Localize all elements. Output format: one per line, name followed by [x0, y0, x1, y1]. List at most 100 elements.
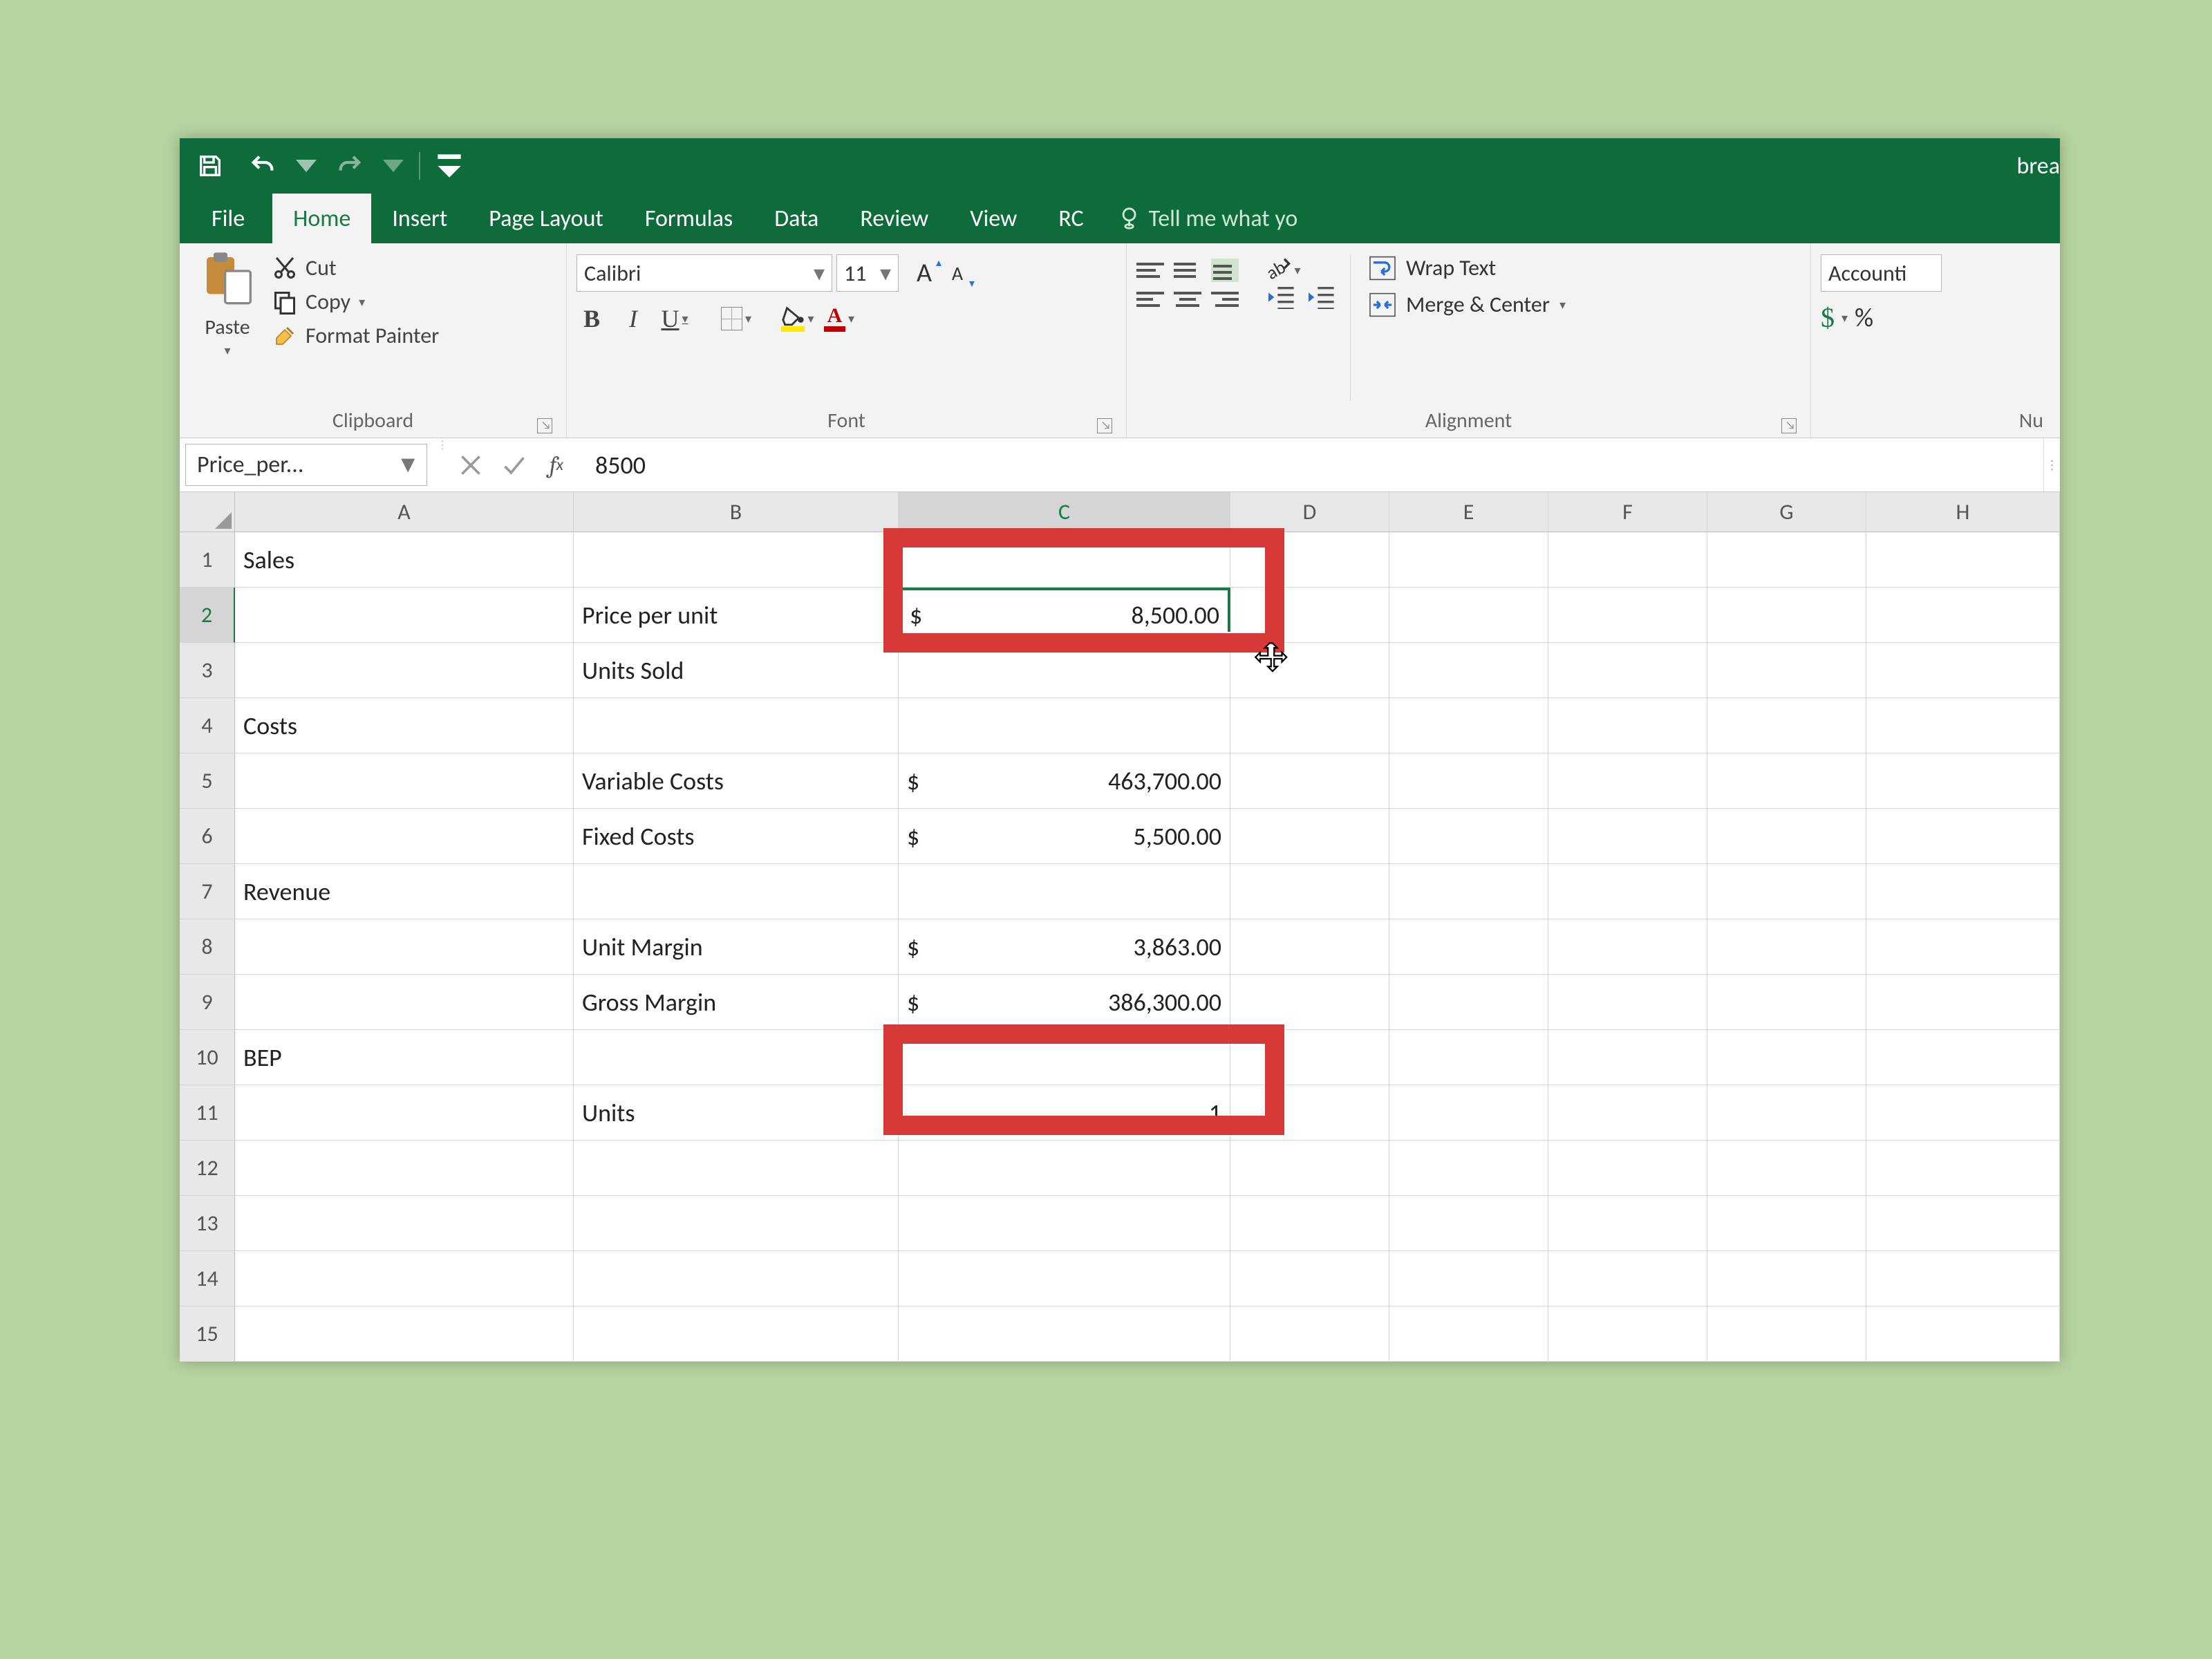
cell[interactable] [899, 532, 1230, 588]
column-header[interactable]: F [1548, 492, 1707, 532]
cell[interactable] [1866, 1141, 2060, 1196]
tab-file[interactable]: File [184, 194, 272, 243]
tab-review[interactable]: Review [839, 194, 949, 243]
cell[interactable] [574, 1251, 899, 1306]
cell[interactable] [1230, 919, 1389, 975]
cell[interactable] [235, 809, 574, 864]
cell[interactable] [1707, 1085, 1866, 1141]
row-header[interactable]: 3 [180, 643, 235, 698]
cell[interactable] [1389, 1030, 1548, 1085]
cell[interactable] [1866, 698, 2060, 753]
row-header[interactable]: 9 [180, 975, 235, 1030]
cell[interactable] [1866, 643, 2060, 698]
cell[interactable] [1389, 753, 1548, 809]
tab-page-layout[interactable]: Page Layout [468, 194, 624, 243]
row-header[interactable]: 5 [180, 753, 235, 809]
cell[interactable] [1548, 532, 1707, 588]
align-bottom-icon[interactable] [1211, 259, 1239, 282]
cell[interactable]: Sales [235, 532, 574, 588]
format-painter-button[interactable]: Format Painter [272, 322, 439, 349]
cell[interactable]: Revenue [235, 864, 574, 919]
cell[interactable] [1548, 1196, 1707, 1251]
cell[interactable] [235, 643, 574, 698]
cell[interactable] [1707, 1251, 1866, 1306]
cell[interactable] [235, 1251, 574, 1306]
cell[interactable] [235, 753, 574, 809]
column-header[interactable]: G [1707, 492, 1866, 532]
font-size-combo[interactable]: 11 ▾ [836, 254, 899, 292]
cell[interactable] [899, 643, 1230, 698]
cell[interactable] [1707, 1141, 1866, 1196]
cell[interactable] [1389, 532, 1548, 588]
tell-me-search[interactable]: Tell me what yo [1118, 194, 1298, 243]
cut-button[interactable]: Cut [272, 254, 439, 281]
namebox-resize-handle[interactable]: ⋮ [433, 438, 446, 491]
redo-more-icon[interactable] [383, 147, 404, 185]
cell[interactable] [1230, 864, 1389, 919]
cell[interactable] [1230, 1306, 1389, 1362]
cell[interactable] [899, 1251, 1230, 1306]
cell[interactable] [1548, 809, 1707, 864]
row-header[interactable]: 6 [180, 809, 235, 864]
row-header[interactable]: 8 [180, 919, 235, 975]
cell[interactable] [899, 1141, 1230, 1196]
undo-more-icon[interactable] [296, 147, 317, 185]
cell[interactable] [1389, 588, 1548, 643]
cell[interactable] [1866, 919, 2060, 975]
cell[interactable] [1866, 588, 2060, 643]
cell[interactable]: Variable Costs [574, 753, 899, 809]
cell[interactable] [574, 1196, 899, 1251]
row-header[interactable]: 13 [180, 1196, 235, 1251]
accounting-more-icon[interactable]: ▾ [1841, 310, 1848, 326]
paste-more-icon[interactable]: ▾ [224, 343, 230, 358]
cell[interactable] [1707, 809, 1866, 864]
cell[interactable] [1866, 532, 2060, 588]
bold-button[interactable]: B [577, 304, 607, 333]
select-all-corner[interactable] [180, 492, 235, 532]
cell[interactable] [1230, 698, 1389, 753]
cell[interactable]: Units Sold [574, 643, 899, 698]
cell[interactable] [1707, 1196, 1866, 1251]
cell[interactable] [574, 1306, 899, 1362]
row-header[interactable]: 7 [180, 864, 235, 919]
cell[interactable] [1707, 975, 1866, 1030]
cell[interactable]: Units [574, 1085, 899, 1141]
decrease-indent-button[interactable] [1267, 285, 1297, 312]
accounting-format-button[interactable]: $ [1821, 301, 1835, 334]
cell[interactable] [1707, 864, 1866, 919]
cell[interactable] [1707, 698, 1866, 753]
cell[interactable]: $386,300.00 [899, 975, 1230, 1030]
cell[interactable] [1389, 864, 1548, 919]
cell[interactable]: $5,500.00 [899, 809, 1230, 864]
cancel-formula-icon[interactable] [456, 450, 486, 480]
align-center-icon[interactable] [1174, 288, 1201, 311]
orientation-button[interactable]: ab ▾ [1267, 254, 1297, 285]
cell[interactable] [1230, 1141, 1389, 1196]
cell[interactable] [1389, 1251, 1548, 1306]
cell[interactable] [574, 1030, 899, 1085]
formula-bar-expand-icon[interactable]: ⋮ [2043, 438, 2060, 491]
cell[interactable] [235, 975, 574, 1030]
cell[interactable] [1548, 1306, 1707, 1362]
paste-button[interactable]: Paste ▾ [189, 250, 265, 405]
cell[interactable] [1707, 643, 1866, 698]
cell[interactable] [1389, 919, 1548, 975]
font-color-button[interactable]: A▾ [824, 306, 854, 332]
align-right-icon[interactable] [1211, 288, 1239, 311]
cell[interactable] [235, 1141, 574, 1196]
tab-insert[interactable]: Insert [371, 194, 468, 243]
cell[interactable] [1389, 698, 1548, 753]
number-format-combo[interactable]: Accounti [1821, 254, 1942, 292]
customize-qat-icon[interactable] [435, 147, 463, 185]
cell[interactable] [1230, 1196, 1389, 1251]
cell[interactable] [1866, 1306, 2060, 1362]
undo-icon[interactable] [238, 147, 288, 185]
cell[interactable] [1230, 1085, 1389, 1141]
decrease-font-icon[interactable]: A▾ [941, 257, 973, 289]
cell[interactable] [1389, 1196, 1548, 1251]
font-name-combo[interactable]: Calibri ▾ [577, 254, 832, 292]
merge-more-icon[interactable]: ▾ [1559, 297, 1566, 312]
row-header[interactable]: 4 [180, 698, 235, 753]
cell[interactable] [1548, 1141, 1707, 1196]
cell[interactable] [1230, 588, 1389, 643]
